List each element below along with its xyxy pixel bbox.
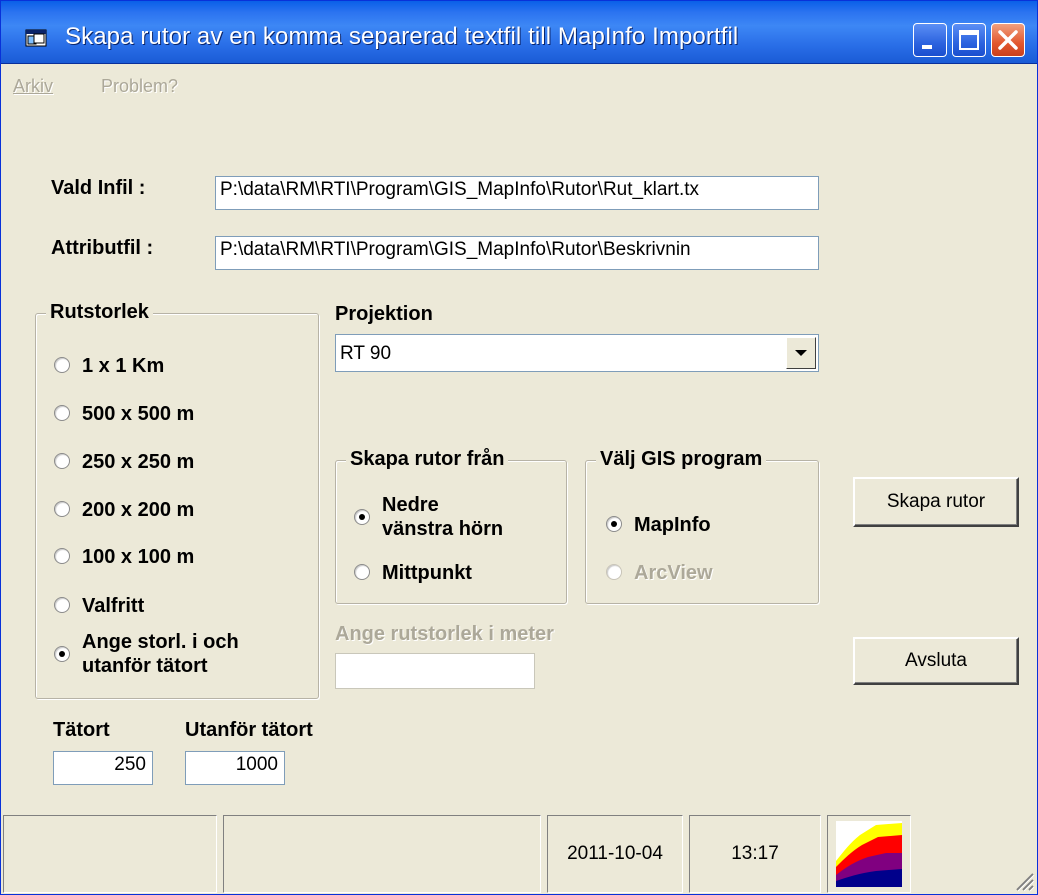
rutstorlek-meter-label: Ange rutstorlek i meter [335, 623, 554, 645]
gis-program-title: Välj GIS program [596, 448, 767, 471]
radio-button[interactable] [606, 516, 622, 532]
status-panel-1 [3, 815, 217, 893]
radio-label: Nedre vänstra hörn [382, 493, 503, 541]
menu-problem[interactable]: Problem? [101, 76, 178, 97]
projektion-select[interactable]: RT 90 [335, 334, 819, 372]
status-time: 13:17 [689, 815, 821, 893]
radio-label: Ange storl. i och utanför tätort [82, 630, 239, 678]
radio-ange-storl[interactable]: Ange storl. i och utanför tätort [54, 630, 239, 678]
app-logo-icon [836, 821, 902, 887]
radio-button[interactable] [54, 597, 70, 613]
radio-label: Mittpunkt [382, 562, 472, 584]
attribfile-label: Attributfil : [51, 237, 154, 259]
radio-label-line2: utanför tätort [82, 655, 208, 677]
projektion-value: RT 90 [340, 343, 392, 364]
app-window: Skapa rutor av en komma separerad textfi… [0, 0, 1038, 895]
menu-arkiv[interactable]: Arkiv [13, 76, 53, 97]
radio-mapinfo[interactable]: MapInfo [606, 513, 711, 537]
radio-button[interactable] [54, 501, 70, 517]
radio-label-line1: Ange storl. i och [82, 631, 239, 653]
radio-label: Valfritt [82, 595, 145, 617]
radio-label: 250 x 250 m [82, 451, 195, 473]
infile-input[interactable]: P:\data\RM\RTI\Program\GIS_MapInfo\Rutor… [215, 176, 819, 210]
close-button[interactable] [991, 23, 1025, 57]
menu-bar: Arkiv Problem? [1, 64, 1037, 104]
radio-label: ArcView [634, 562, 713, 584]
radio-mittpunkt[interactable]: Mittpunkt [354, 561, 472, 585]
skapa-fran-title: Skapa rutor från [346, 448, 509, 471]
utanfor-label: Utanför tätort [185, 719, 313, 741]
rutstorlek-group: Rutstorlek 1 x 1 Km 500 x 500 m 250 x 25… [35, 301, 319, 699]
tatort-input[interactable]: 250 [53, 751, 153, 785]
radio-label: 200 x 200 m [82, 499, 195, 521]
radio-label: 500 x 500 m [82, 403, 195, 425]
radio-1x1[interactable]: 1 x 1 Km [54, 354, 164, 378]
radio-button[interactable] [354, 509, 370, 525]
maximize-button[interactable] [952, 23, 986, 57]
radio-button[interactable] [54, 357, 70, 373]
skapa-fran-group: Skapa rutor från Nedre vänstra hörn Mitt… [335, 448, 567, 604]
radio-nedre-vanstra[interactable]: Nedre vänstra hörn [354, 493, 503, 541]
gis-program-group: Välj GIS program MapInfo ArcView [585, 448, 819, 604]
minimize-button[interactable] [913, 23, 947, 57]
status-panel-2 [223, 815, 541, 893]
resize-grip-icon[interactable] [1013, 870, 1035, 892]
title-bar[interactable]: Skapa rutor av en komma separerad textfi… [1, 1, 1037, 64]
radio-100x100[interactable]: 100 x 100 m [54, 545, 194, 569]
radio-label: MapInfo [634, 514, 711, 536]
minimize-icon [922, 45, 932, 49]
rutstorlek-title: Rutstorlek [46, 301, 153, 324]
rutstorlek-meter-input[interactable] [335, 653, 535, 689]
radio-button[interactable] [54, 548, 70, 564]
radio-200x200[interactable]: 200 x 200 m [54, 498, 194, 522]
maximize-icon [959, 30, 979, 50]
radio-label-line2: vänstra hörn [382, 518, 504, 540]
radio-250x250[interactable]: 250 x 250 m [54, 450, 194, 474]
radio-arcview[interactable]: ArcView [606, 561, 713, 585]
radio-label: 1 x 1 Km [82, 355, 165, 377]
radio-label-line1: Nedre [382, 494, 439, 516]
attribfile-input[interactable]: P:\data\RM\RTI\Program\GIS_MapInfo\Rutor… [215, 236, 819, 270]
radio-500x500[interactable]: 500 x 500 m [54, 402, 194, 426]
app-icon [25, 29, 47, 47]
infile-label: Vald Infil : [51, 177, 146, 199]
chevron-down-icon [795, 350, 807, 356]
radio-button[interactable] [354, 564, 370, 580]
tatort-label: Tätort [53, 719, 110, 741]
dropdown-button[interactable] [786, 337, 816, 369]
radio-label: 100 x 100 m [82, 546, 195, 568]
radio-valfritt[interactable]: Valfritt [54, 594, 144, 618]
radio-button[interactable] [54, 453, 70, 469]
close-icon [998, 30, 1018, 50]
status-logo [827, 815, 911, 893]
skapa-rutor-button[interactable]: Skapa rutor [853, 477, 1019, 527]
radio-button[interactable] [54, 405, 70, 421]
status-date: 2011-10-04 [547, 815, 683, 893]
avsluta-button[interactable]: Avsluta [853, 637, 1019, 685]
radio-button[interactable] [606, 564, 622, 580]
projektion-label: Projektion [335, 303, 433, 325]
utanfor-input[interactable]: 1000 [185, 751, 285, 785]
radio-button[interactable] [54, 646, 70, 662]
window-title: Skapa rutor av en komma separerad textfi… [65, 23, 739, 50]
